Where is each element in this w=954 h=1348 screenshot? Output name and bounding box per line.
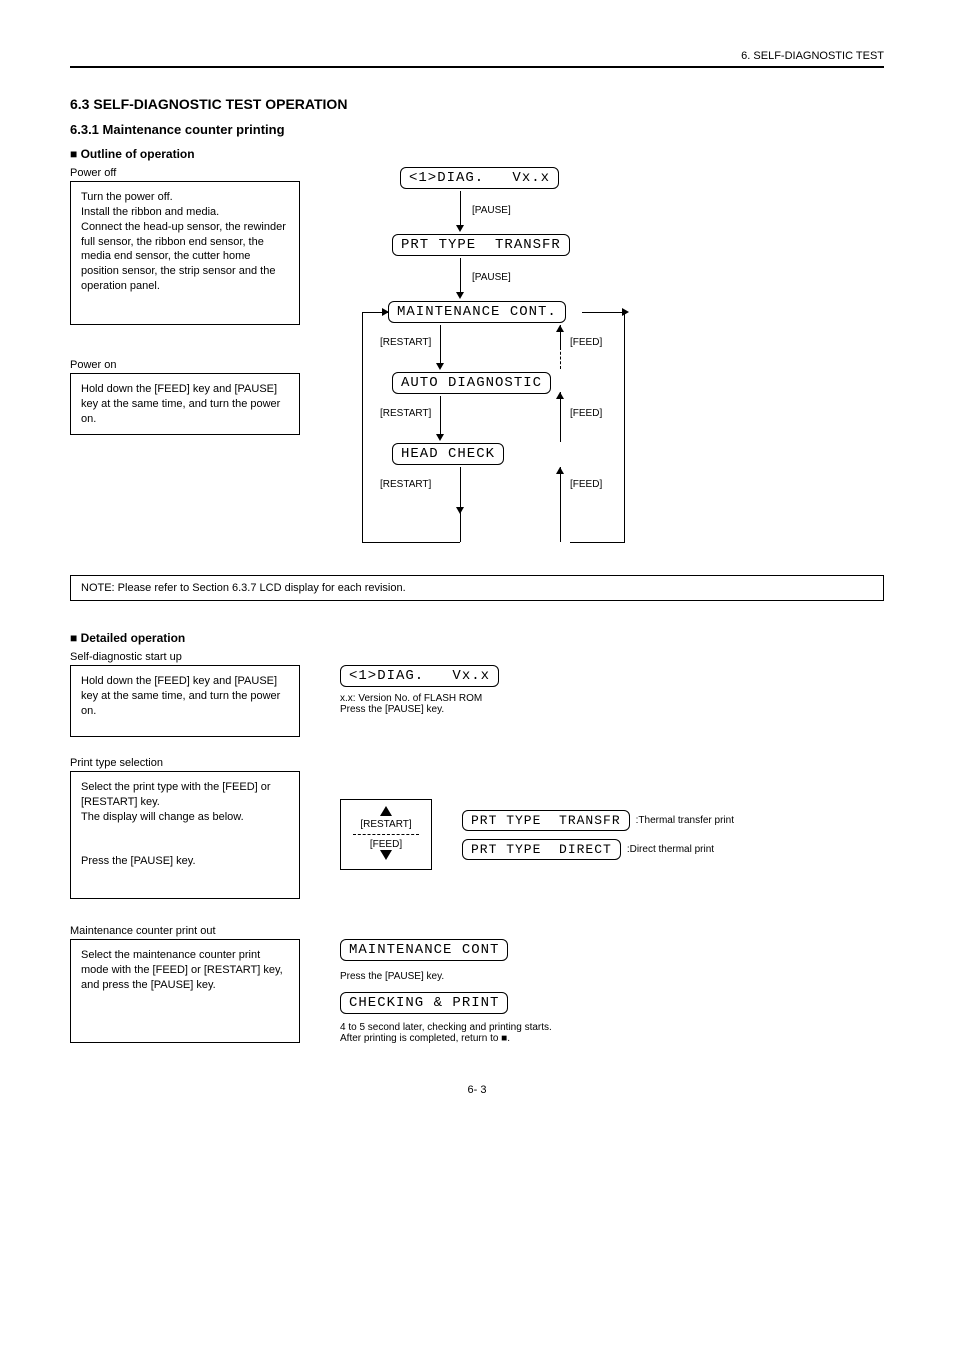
arrow-up-icon <box>556 325 564 332</box>
feed-label-5: [FEED] <box>570 479 602 490</box>
printtype-label: Print type selection <box>70 757 300 769</box>
outline-heading: ■ Outline of operation <box>70 147 884 161</box>
direct-desc: :Direct thermal print <box>627 844 714 855</box>
arrow-up-icon <box>556 467 564 474</box>
maintcount-label: Maintenance counter print out <box>70 925 300 937</box>
arrow-down-icon <box>456 292 464 299</box>
maintcount-mid: Press the [PAUSE] key. <box>340 971 884 982</box>
triangle-down-icon <box>380 850 392 860</box>
selfdiag-after: x.x: Version No. of FLASH ROM Press the … <box>340 693 884 715</box>
transfr-desc: :Thermal transfer print <box>636 815 734 826</box>
maintcount-box: Select the maintenance counter print mod… <box>70 939 300 1043</box>
feed-key-label: [FEED] <box>341 839 431 850</box>
power-on-box: Hold down the [FEED] key and [PAUSE] key… <box>70 373 300 435</box>
arrow-up-icon <box>556 392 564 399</box>
arrow-down-icon <box>456 225 464 232</box>
arrow-right-icon <box>382 308 389 316</box>
outline-row: Power off Turn the power off. Install th… <box>70 167 884 557</box>
note-line: NOTE: Please refer to Section 6.3.7 LCD … <box>70 575 884 601</box>
detailed-op-heading: ■ Detailed operation <box>70 631 884 645</box>
pause-label-2: [PAUSE] <box>472 272 511 283</box>
arrow-down-icon <box>456 507 464 514</box>
page-root: 6. SELF-DIAGNOSTIC TEST 6.3 SELF-DIAGNOS… <box>0 0 954 1136</box>
detail-row-3: Maintenance counter print out Select the… <box>70 925 884 1044</box>
selfdiag-box: Hold down the [FEED] key and [PAUSE] key… <box>70 665 300 737</box>
power-off-box: Turn the power off. Install the ribbon a… <box>70 181 300 325</box>
header-rule <box>70 66 884 68</box>
print-type-options: PRT TYPE TRANSFR :Thermal transfer print… <box>462 810 734 860</box>
pause-label-1: [PAUSE] <box>472 205 511 216</box>
section-header: 6. SELF-DIAGNOSTIC TEST <box>70 50 884 62</box>
lcd-prt-type: PRT TYPE TRANSFR <box>392 234 570 256</box>
detail-row-1: Self-diagnostic start up Hold down the [… <box>70 651 884 737</box>
lcd-maint-cont-2: MAINTENANCE CONT <box>340 939 508 961</box>
lcd-head-check: HEAD CHECK <box>392 443 504 465</box>
power-off-label: Power off <box>70 167 300 179</box>
restart-label-5: [RESTART] <box>380 479 431 490</box>
arrow-down-icon <box>436 363 444 370</box>
lcd-direct: PRT TYPE DIRECT <box>462 839 621 860</box>
selfdiag-label: Self-diagnostic start up <box>70 651 300 663</box>
section-6-3-title: 6.3 SELF-DIAGNOSTIC TEST OPERATION <box>70 96 884 112</box>
restart-key-label: [RESTART] <box>341 819 431 830</box>
section-6-3-1-title: 6.3.1 Maintenance counter printing <box>70 122 884 137</box>
lcd-transfr: PRT TYPE TRANSFR <box>462 810 630 831</box>
lcd-checking-print: CHECKING & PRINT <box>340 992 508 1014</box>
restart-label-3: [RESTART] <box>380 337 431 348</box>
page-number: 6- 3 <box>70 1084 884 1096</box>
power-on-label: Power on <box>70 359 300 371</box>
feed-label-3: [FEED] <box>570 337 602 348</box>
maintcount-after: 4 to 5 second later, checking and printi… <box>340 1022 884 1044</box>
printtype-box: Select the print type with the [FEED] or… <box>70 771 300 899</box>
arrow-down-icon <box>436 434 444 441</box>
menu-flow-diagram: <1>DIAG. Vx.x [PAUSE] PRT TYPE TRANSFR [… <box>340 167 760 557</box>
lcd-auto-diag: AUTO DIAGNOSTIC <box>392 372 551 394</box>
triangle-up-icon <box>380 806 392 816</box>
lcd-diag-2: <1>DIAG. Vx.x <box>340 665 499 687</box>
feed-label-4: [FEED] <box>570 408 602 419</box>
key-separator <box>353 834 419 835</box>
key-cycle-block: [RESTART] [FEED] <box>340 799 432 870</box>
restart-label-4: [RESTART] <box>380 408 431 419</box>
diagram-column: <1>DIAG. Vx.x [PAUSE] PRT TYPE TRANSFR [… <box>340 167 884 557</box>
detail-row-2: Print type selection Select the print ty… <box>70 757 884 899</box>
lcd-diag: <1>DIAG. Vx.x <box>400 167 559 189</box>
left-column: Power off Turn the power off. Install th… <box>70 167 300 435</box>
lcd-maint-cont: MAINTENANCE CONT. <box>388 301 566 323</box>
